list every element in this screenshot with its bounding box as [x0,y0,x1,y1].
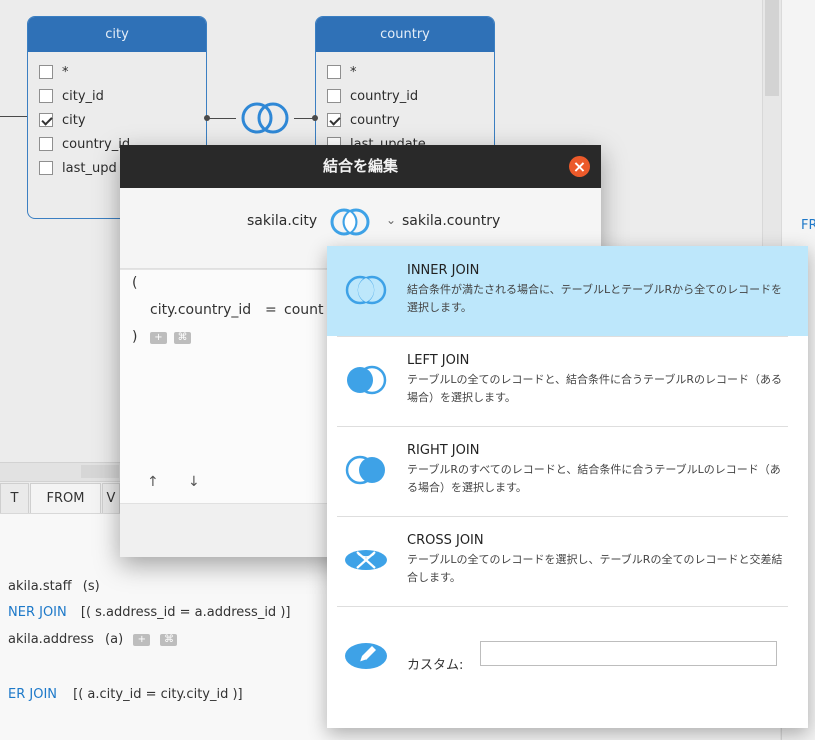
sql-join-keyword: NER JOIN [8,605,67,620]
country-id-checkbox[interactable] [327,89,341,103]
dialog-header: 結合を編集 × [120,145,601,188]
city-field-label: city_id [62,88,104,104]
diagram-scroll-thumb[interactable] [765,0,779,96]
sql-line: akila.staff (s) [8,579,100,594]
close-paren: ) [132,329,138,345]
right-join-description: テーブルRのすべてのレコードと、結合条件に合うテーブルLのレコード（ある場合）を… [407,463,781,494]
add-condition-button[interactable]: + [150,332,167,344]
dialog-title: 結合を編集 [322,157,398,175]
join-type-menu: INNER JOIN 結合条件が満たされる場合に、テーブルLとテーブルRから全て… [327,246,808,728]
country-table-fields: * country_id country last_update [316,52,494,156]
sql-join-condition: [( a.city_id = city.city_id )] [73,687,243,702]
tab-from[interactable]: FROM [30,483,101,513]
inner-join-description: 結合条件が満たされる場合に、テーブルLとテーブルRから全てのレコードを選択します… [407,283,783,314]
subquery-button[interactable]: ⌘ [160,633,178,646]
country-field-row[interactable]: country [316,108,494,132]
sql-prefix: akila.address [8,632,94,647]
open-paren: ( [132,275,138,291]
country-field-row[interactable]: * [316,60,494,84]
lower-scroll-thumb[interactable] [81,465,119,478]
city-field-row[interactable]: * [28,60,206,84]
sql-prefix: akila.staff [8,579,72,594]
country-field-label: country [350,112,400,128]
move-up-icon[interactable]: ↑ [147,474,159,490]
cross-join-title: CROSS JOIN [407,533,484,548]
sql-line: akila.address (a) + ⌘ [8,632,178,647]
right-join-option[interactable]: RIGHT JOIN テーブルRのすべてのレコードと、結合条件に合うテーブルLの… [327,426,808,516]
right-table-name: sakila.country [402,213,501,229]
left-connector-line [0,116,27,117]
city-last-update-checkbox[interactable] [39,161,53,175]
left-join-icon [347,365,387,395]
country-name-checkbox[interactable] [327,113,341,127]
city-country-id-checkbox[interactable] [39,137,53,151]
chevron-down-icon[interactable]: ⌄ [386,214,396,226]
selected-join-icon[interactable] [325,205,375,239]
sql-line: NER JOIN [( s.address_id = a.address_id … [8,605,290,620]
right-join-icon [345,455,385,485]
cross-join-description: テーブルLの全てのレコードを選択し、テーブルRの全てのレコードと交差結合します。 [407,553,783,584]
sql-suffix: (a) [105,632,124,647]
query-builder-canvas: city * city_id city country_id last_upd [0,0,815,740]
custom-join-option[interactable]: カスタム: [327,606,808,728]
sql-suffix: (s) [82,579,100,594]
join-anchor-dot [204,115,210,121]
sql-line: ER JOIN [( a.city_id = city.city_id )] [8,687,243,702]
sql-join-keyword: ER JOIN [8,687,58,702]
country-field-label: * [350,64,357,80]
left-join-description: テーブルLの全てのレコードと、結合条件に合うテーブルRのレコード（ある場合）を選… [407,373,783,404]
country-field-row[interactable]: country_id [316,84,494,108]
custom-join-label: カスタム: [407,658,464,673]
pencil-icon [345,643,387,669]
inner-join-icon[interactable] [236,99,294,137]
inner-join-option[interactable]: INNER JOIN 結合条件が満たされる場合に、テーブルLとテーブルRから全て… [327,246,808,336]
inner-join-icon [345,275,387,305]
cross-join-option[interactable]: CROSS JOIN テーブルLの全てのレコードを選択し、テーブルRの全てのレコ… [327,516,808,606]
city-field-label: city [62,112,86,128]
tab-v[interactable]: V [102,483,120,513]
right-join-title: RIGHT JOIN [407,443,480,458]
condition-left: city.country_id [150,302,252,318]
join-connector-left [207,118,236,119]
cross-join-icon [345,550,387,570]
country-field-label: country_id [350,88,419,104]
lower-horizontal-scrollbar[interactable] [0,462,120,482]
city-table-title: city [28,17,206,52]
tab-t[interactable]: T [0,483,29,513]
custom-join-input[interactable] [480,641,777,666]
sql-join-condition: [( s.address_id = a.address_id )] [80,605,291,620]
inner-join-title: INNER JOIN [407,263,480,278]
country-table-title: country [316,17,494,52]
condition-operator: = [265,302,277,318]
move-down-icon[interactable]: ↓ [188,474,200,490]
add-table-button[interactable]: + [133,633,151,646]
join-anchor-dot [312,115,318,121]
close-icon[interactable]: × [569,156,590,177]
city-star-checkbox[interactable] [39,65,53,79]
left-join-title: LEFT JOIN [407,353,470,368]
city-field-row[interactable]: city [28,108,206,132]
right-panel-label: FR [801,218,815,233]
city-field-label: last_upd [62,160,117,176]
country-star-checkbox[interactable] [327,65,341,79]
left-join-option[interactable]: LEFT JOIN テーブルLの全てのレコードと、結合条件に合うテーブルRのレコ… [327,336,808,426]
city-field-row[interactable]: city_id [28,84,206,108]
city-name-checkbox[interactable] [39,113,53,127]
city-id-checkbox[interactable] [39,89,53,103]
city-field-label: * [62,64,69,80]
condition-right: count [284,302,324,318]
condition-group-button[interactable]: ⌘ [174,332,191,344]
left-table-name: sakila.city [247,213,318,229]
